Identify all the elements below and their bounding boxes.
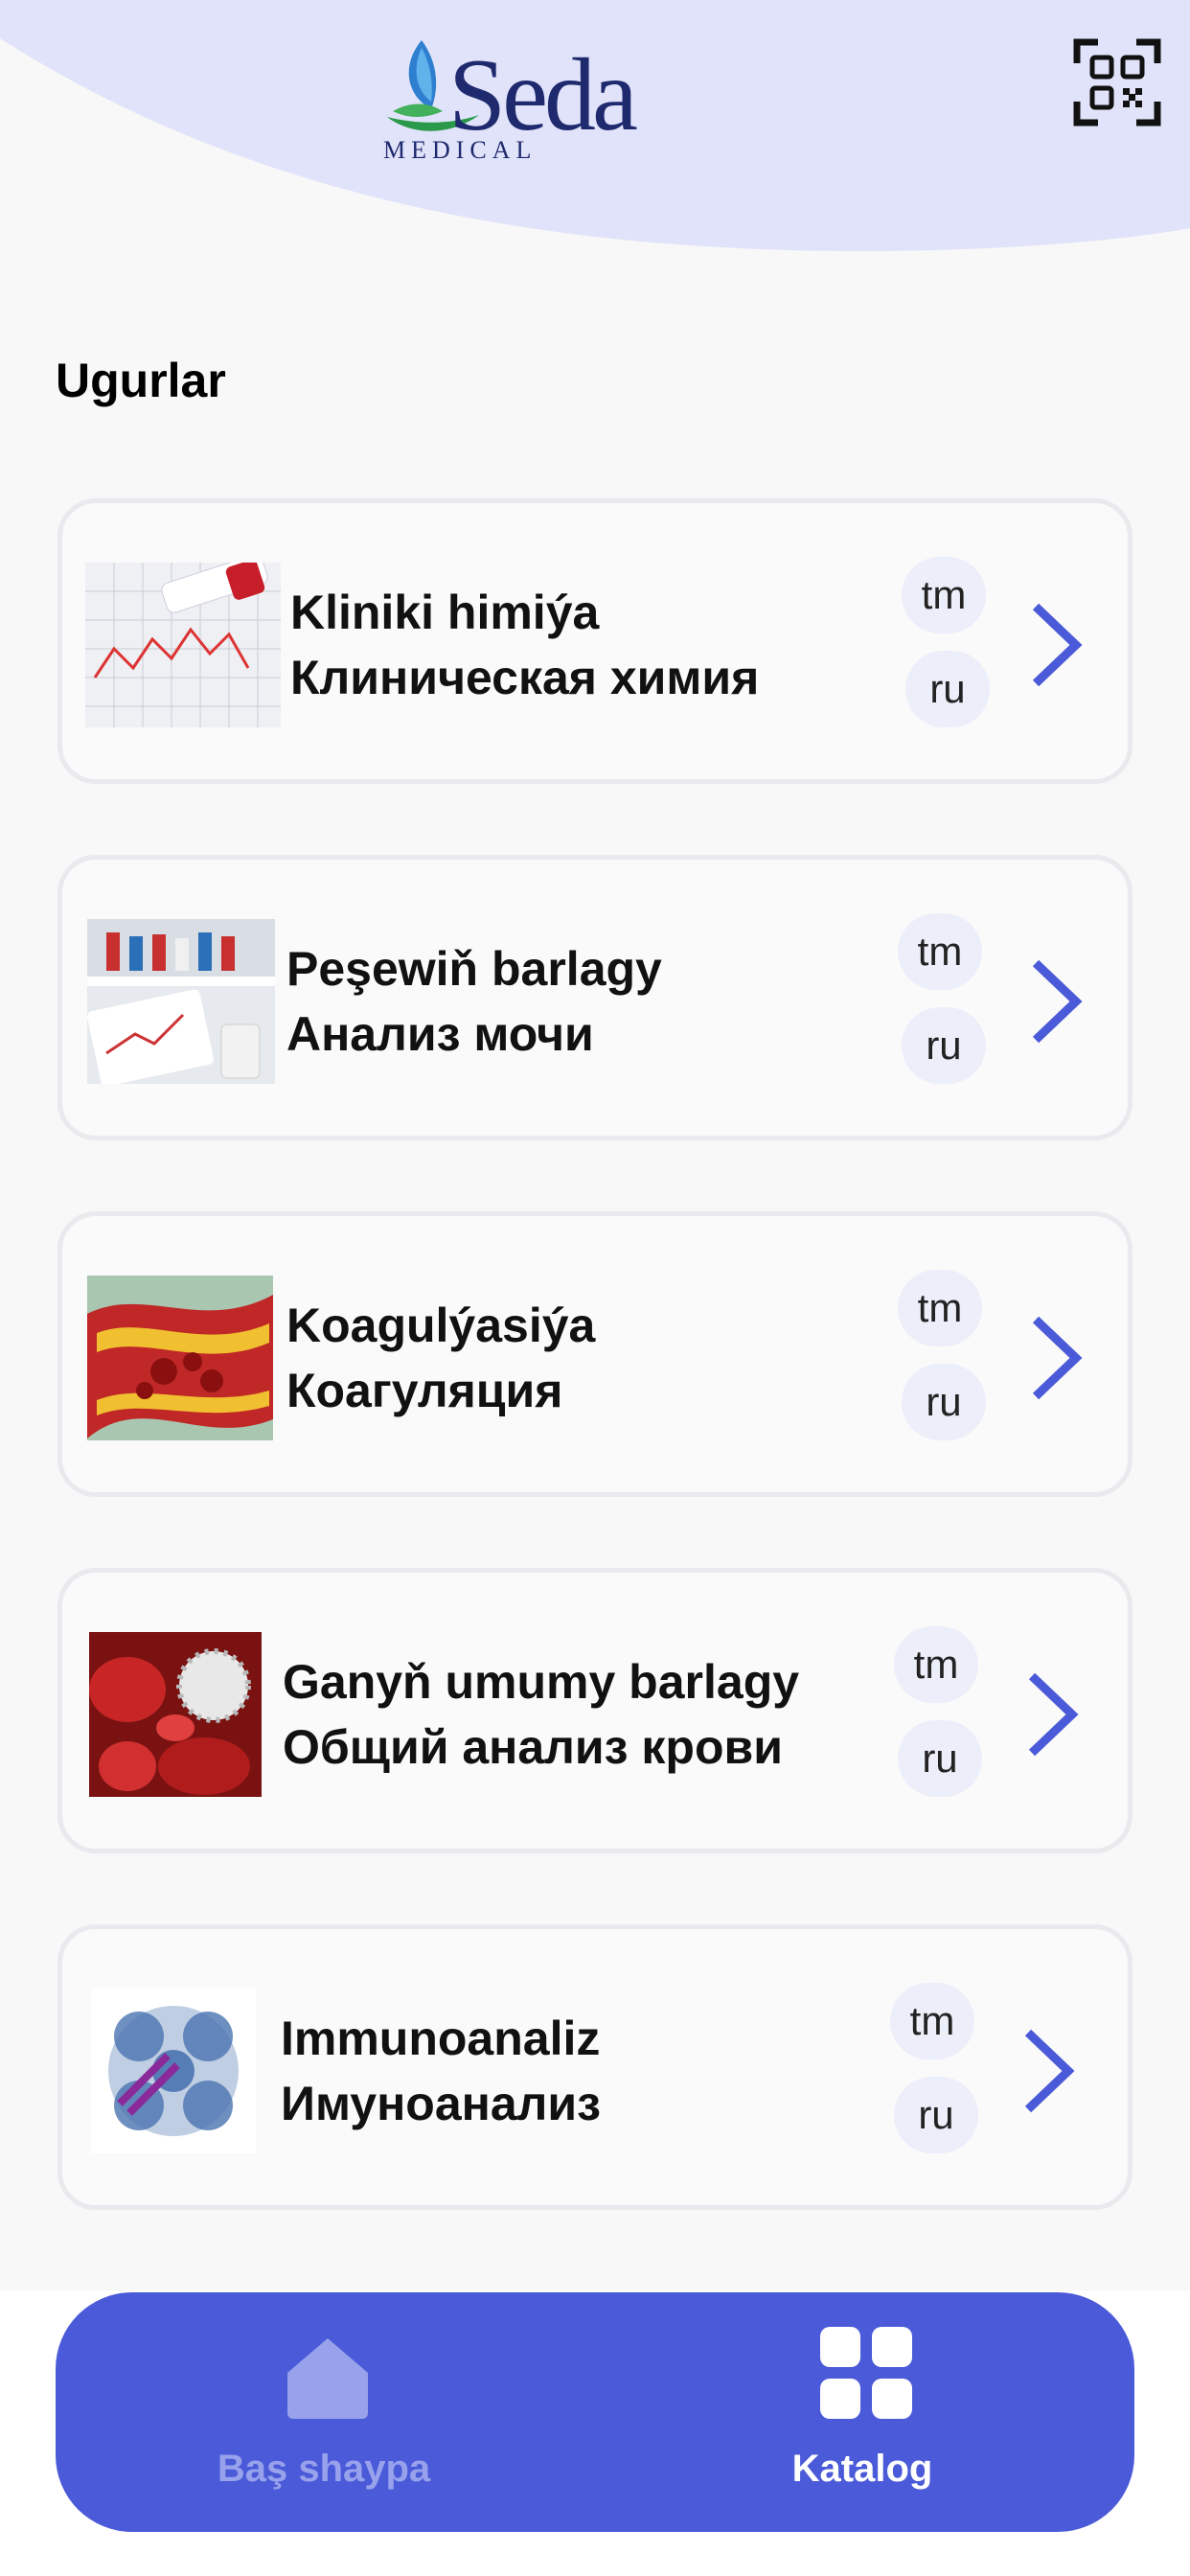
category-name-ru: Клиническая химия — [290, 651, 760, 704]
category-card-blood-analysis[interactable]: Ganyň umumy barlagy Общий анализ крови t… — [57, 1568, 1133, 1853]
category-card-coagulation[interactable]: Koagulýasiýa Коагуляция tm ru — [57, 1211, 1133, 1497]
coagulation-image — [87, 1276, 273, 1440]
chevron-right-icon — [1028, 1672, 1079, 1757]
nav-catalog-button[interactable]: Katalog — [719, 2292, 1006, 2532]
lang-tm-button[interactable]: tm — [890, 1983, 974, 2059]
category-name-tm: Kliniki himiýa — [290, 586, 600, 639]
chevron-right-icon — [1032, 1316, 1083, 1400]
grid-icon — [820, 2327, 912, 2419]
chevron-right-icon — [1024, 2029, 1075, 2113]
logo-wordmark: Seda — [448, 38, 638, 152]
category-card-clinical-chemistry[interactable]: Kliniki himiýa Клиническая химия tm ru — [57, 498, 1133, 784]
blood-analysis-image — [89, 1632, 262, 1797]
logo-subtitle: MEDICAL — [383, 136, 538, 164]
lang-ru-button[interactable]: ru — [902, 1364, 986, 1440]
bottom-navigation: Baş shaypa Katalog — [56, 2292, 1134, 2532]
category-name-tm: Ganyň umumy barlagy — [283, 1655, 800, 1709]
chevron-right-icon — [1032, 959, 1083, 1044]
nav-home-label: Baş shaypa — [217, 2448, 431, 2490]
immunoassay-image — [91, 1989, 256, 2153]
nav-catalog-label: Katalog — [791, 2448, 933, 2490]
lang-ru-button[interactable]: ru — [902, 1007, 986, 1084]
seda-medical-logo: Seda MEDICAL — [383, 34, 690, 169]
category-card-urine-analysis[interactable]: Peşewiň barlagy Анализ мочи tm ru — [57, 855, 1133, 1140]
chevron-right-icon — [1032, 603, 1083, 687]
home-icon — [287, 2338, 368, 2419]
category-name-ru: Коагуляция — [286, 1364, 563, 1417]
category-name-tm: Peşewiň barlagy — [286, 942, 662, 996]
category-name-tm: Immunoanaliz — [281, 2012, 601, 2065]
category-name-tm: Koagulýasiýa — [286, 1299, 596, 1352]
lang-tm-button[interactable]: tm — [898, 1270, 982, 1346]
category-name-ru: Общий анализ крови — [283, 1720, 783, 1774]
urine-analysis-image — [87, 919, 275, 1084]
clinical-chemistry-image — [85, 563, 281, 727]
lang-ru-button[interactable]: ru — [898, 1720, 982, 1797]
nav-home-button[interactable]: Baş shaypa — [180, 2292, 468, 2532]
category-name-ru: Имуноанализ — [281, 2077, 601, 2130]
lang-ru-button[interactable]: ru — [894, 2077, 978, 2153]
lang-tm-button[interactable]: tm — [894, 1626, 978, 1703]
section-title: Ugurlar — [56, 354, 226, 407]
category-card-immunoassay[interactable]: Immunoanaliz Имуноанализ tm ru — [57, 1924, 1133, 2210]
lang-tm-button[interactable]: tm — [898, 913, 982, 990]
lang-ru-button[interactable]: ru — [905, 651, 990, 727]
category-name-ru: Анализ мочи — [286, 1007, 594, 1061]
lang-tm-button[interactable]: tm — [902, 557, 986, 633]
qr-code-icon[interactable] — [1073, 38, 1161, 126]
